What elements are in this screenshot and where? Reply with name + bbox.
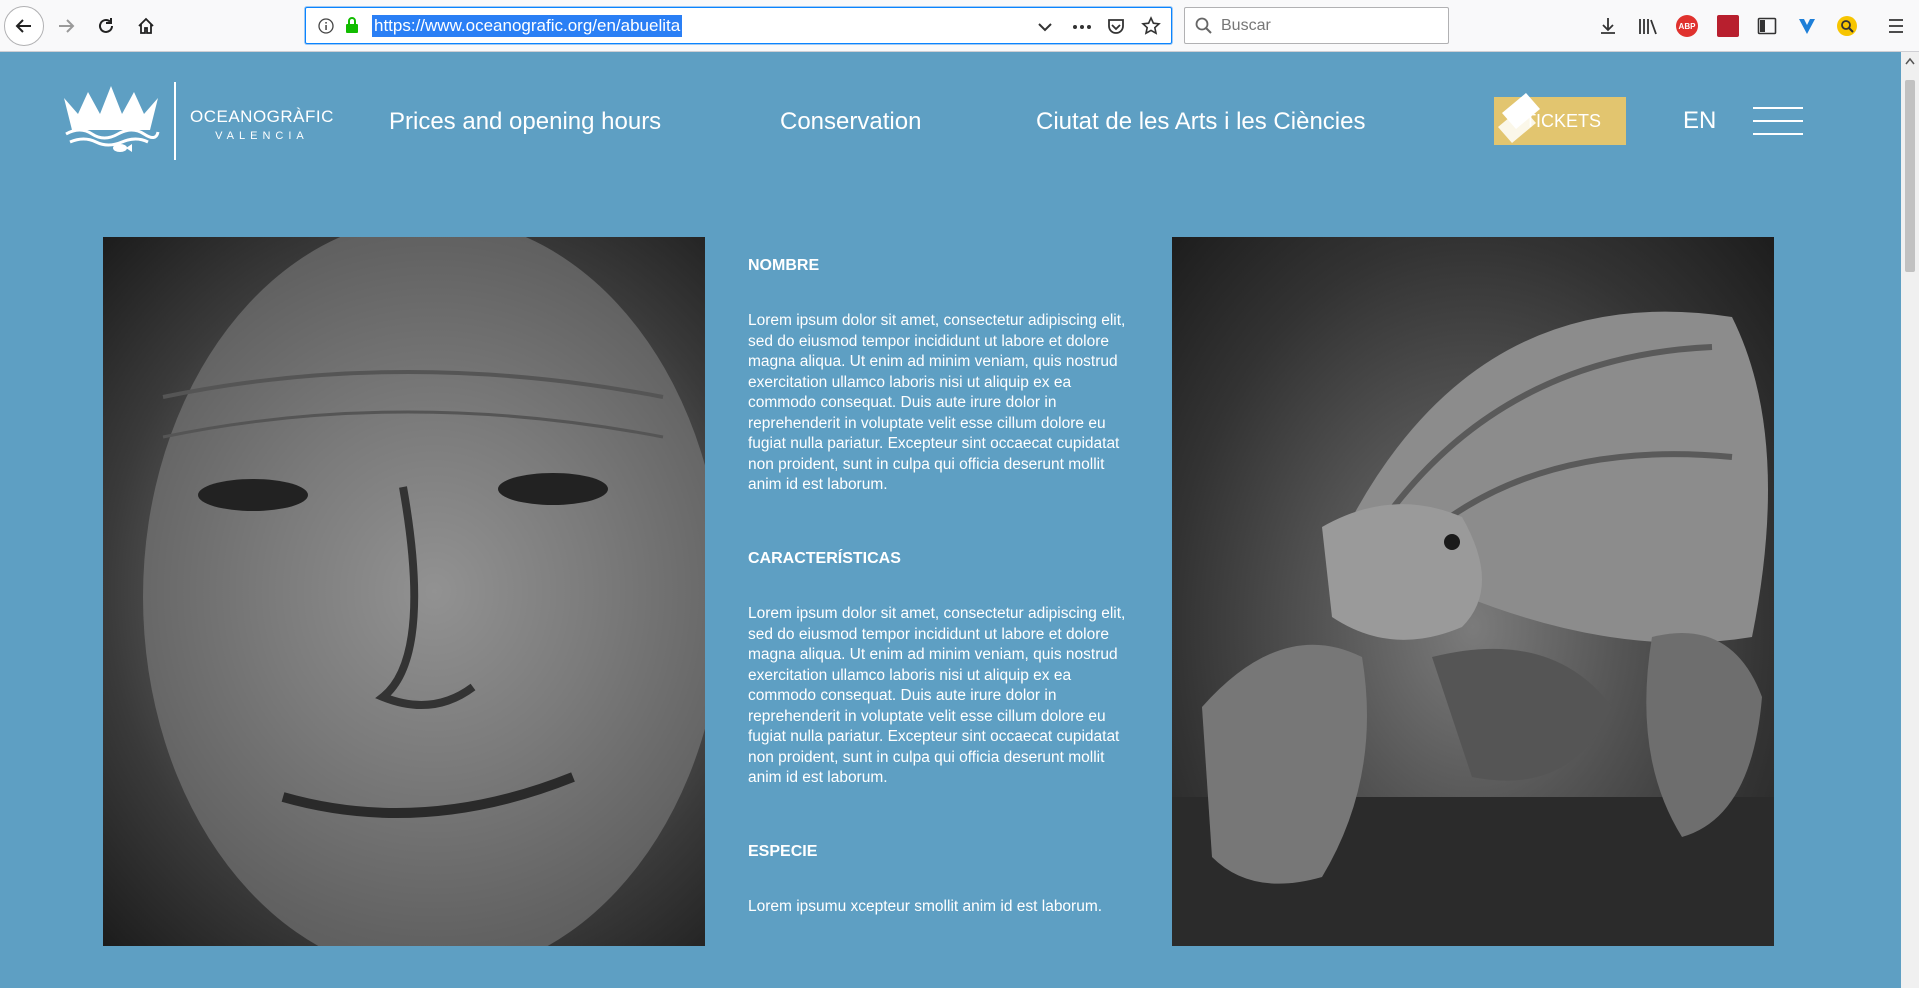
section-heading-caracteristicas: CARACTERÍSTICAS	[748, 550, 901, 567]
home-button[interactable]	[126, 6, 166, 46]
language-selector[interactable]: EN	[1683, 107, 1716, 135]
chevron-down-icon[interactable]	[1037, 19, 1053, 35]
elderly-woman-portrait-image	[103, 237, 705, 946]
info-icon[interactable]	[318, 18, 334, 34]
home-icon	[138, 17, 154, 34]
nav-conservation-link[interactable]: Conservation	[780, 108, 921, 136]
page-scrollbar[interactable]	[1901, 52, 1919, 988]
logo-subtitle: VALENCIA	[215, 130, 309, 142]
scroll-up-icon[interactable]	[1905, 57, 1915, 65]
scrollbar-thumb[interactable]	[1905, 80, 1915, 272]
menu-line	[1753, 133, 1803, 135]
logo-title: OCEANOGRÀFIC	[190, 107, 334, 126]
downloads-button[interactable]	[1593, 11, 1623, 41]
library-button[interactable]	[1633, 11, 1663, 41]
more-icon[interactable]	[1072, 19, 1092, 35]
search-extension-button[interactable]	[1832, 11, 1862, 41]
section-body-nombre: Lorem ipsum dolor sit amet, consectetur …	[748, 312, 1126, 493]
vpn-extension-button[interactable]	[1792, 11, 1822, 41]
logo-divider	[174, 82, 176, 160]
lock-icon[interactable]	[344, 16, 360, 34]
reload-icon	[99, 18, 113, 33]
browser-toolbar: https://www.oceanografic.org/en/abuelita…	[0, 0, 1919, 52]
nav-prices-link[interactable]: Prices and opening hours	[389, 108, 661, 136]
forward-button[interactable]	[46, 6, 86, 46]
extension-button[interactable]	[1713, 11, 1743, 41]
menu-line	[1753, 107, 1803, 109]
crown-fish-logo-icon	[64, 86, 160, 152]
section-heading-nombre: NOMBRE	[748, 257, 820, 274]
adblock-icon: ABP	[1676, 15, 1698, 37]
sidebar-button[interactable]	[1752, 11, 1782, 41]
ticket-icon	[1498, 93, 1540, 143]
search-bar[interactable]	[1184, 7, 1449, 44]
magnifier-extension-icon	[1837, 16, 1857, 36]
url-bar[interactable]: https://www.oceanografic.org/en/abuelita	[305, 7, 1172, 44]
extension-icon	[1717, 15, 1739, 37]
section-body-especie: Lorem ipsumu xcepteur smollit anim id es…	[748, 898, 1103, 915]
tortoise-illustration	[1172, 311, 1774, 946]
site-menu-button[interactable]	[1753, 107, 1803, 135]
search-input[interactable]	[1221, 15, 1431, 37]
search-icon	[1195, 17, 1212, 34]
site-logo[interactable]	[62, 84, 160, 161]
adblock-button[interactable]: ABP	[1672, 11, 1702, 41]
download-icon	[1601, 18, 1615, 34]
url-text[interactable]: https://www.oceanografic.org/en/abuelita	[372, 15, 683, 37]
bookmark-star-icon[interactable]	[1141, 16, 1161, 36]
sidebar-icon	[1757, 17, 1777, 35]
reload-button[interactable]	[86, 6, 126, 46]
section-heading-especie: ESPECIE	[748, 843, 818, 860]
library-icon	[1639, 19, 1657, 35]
tickets-button[interactable]: TICKETS	[1494, 93, 1626, 145]
v-extension-icon	[1799, 19, 1815, 34]
back-button[interactable]	[4, 6, 44, 46]
logo-wordmark[interactable]: OCEANOGRÀFIC VALENCIA	[190, 107, 334, 142]
menu-button[interactable]	[1881, 11, 1911, 41]
menu-line	[1753, 120, 1803, 122]
hamburger-menu-icon	[1889, 19, 1903, 33]
nav-ciutat-link[interactable]: Ciutat de les Arts i les Ciències	[1036, 108, 1365, 136]
portrait-illustration	[143, 237, 705, 946]
arrow-left-icon	[15, 19, 31, 33]
pocket-icon[interactable]	[1106, 17, 1126, 37]
section-body-caracteristicas: Lorem ipsum dolor sit amet, consectetur …	[748, 605, 1126, 786]
arrow-right-icon	[59, 19, 75, 33]
tortoise-image	[1172, 237, 1774, 946]
